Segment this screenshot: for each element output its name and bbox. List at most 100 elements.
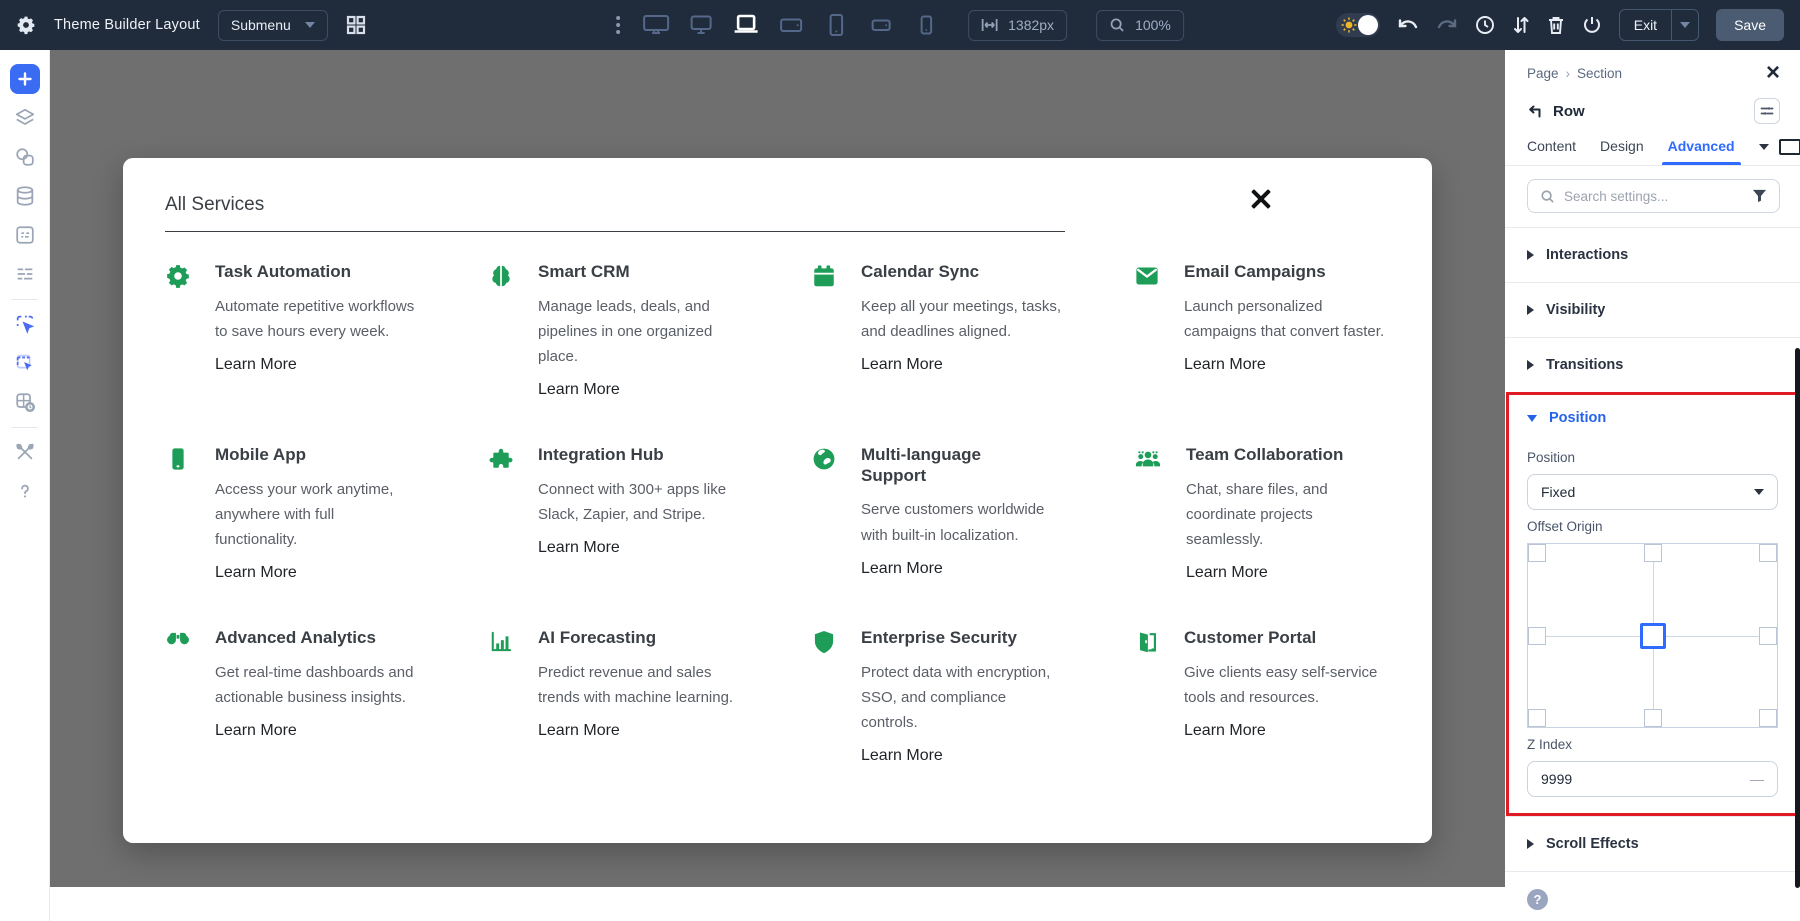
width-resize-icon bbox=[981, 18, 998, 32]
click-select-filled-icon[interactable] bbox=[10, 348, 40, 378]
tab-content[interactable]: Content bbox=[1527, 138, 1576, 165]
learn-more-link[interactable]: Learn More bbox=[215, 356, 297, 374]
save-button[interactable]: Save bbox=[1716, 9, 1784, 41]
service-description: Connect with 300+ apps like Slack, Zapie… bbox=[538, 477, 726, 527]
breadcrumb-section[interactable]: Section bbox=[1577, 66, 1622, 81]
back-arrow-icon[interactable] bbox=[1527, 104, 1543, 118]
tools-icon[interactable] bbox=[10, 437, 40, 467]
users-icon bbox=[1134, 446, 1162, 472]
section-visibility[interactable]: Visibility bbox=[1505, 282, 1800, 337]
tab-advanced[interactable]: Advanced bbox=[1668, 138, 1735, 165]
service-title: Task Automation bbox=[215, 262, 400, 283]
panel-help-icon[interactable]: ? bbox=[1527, 889, 1548, 910]
submenu-dropdown[interactable]: Submenu bbox=[218, 10, 328, 41]
device-phone-portrait-icon[interactable] bbox=[911, 10, 941, 40]
learn-more-link[interactable]: Learn More bbox=[861, 747, 943, 765]
learn-more-link[interactable]: Learn More bbox=[1184, 722, 1266, 740]
breadcrumb-page[interactable]: Page bbox=[1527, 66, 1559, 81]
panel-close-icon[interactable]: × bbox=[1766, 64, 1780, 82]
settings-search-input[interactable] bbox=[1564, 189, 1743, 204]
device-desktop-large-icon[interactable] bbox=[641, 10, 671, 40]
exit-dropdown-chevron[interactable] bbox=[1671, 10, 1698, 40]
origin-anchor-center-selected[interactable] bbox=[1640, 623, 1666, 649]
help-icon[interactable] bbox=[10, 476, 40, 506]
section-transitions[interactable]: Transitions bbox=[1505, 337, 1800, 392]
service-card: Integration Hub Connect with 300+ apps li… bbox=[488, 445, 811, 628]
layers-icon[interactable] bbox=[10, 103, 40, 133]
section-interactions[interactable]: Interactions bbox=[1505, 227, 1800, 282]
device-tablet-landscape-icon[interactable] bbox=[776, 10, 806, 40]
tabs-dropdown-chevron-icon[interactable] bbox=[1759, 144, 1769, 150]
section-scroll-effects[interactable]: Scroll Effects bbox=[1505, 816, 1800, 871]
learn-more-link[interactable]: Learn More bbox=[861, 560, 943, 578]
learn-more-link[interactable]: Learn More bbox=[861, 356, 943, 374]
redo-icon[interactable] bbox=[1436, 16, 1458, 34]
origin-anchor-top-left[interactable] bbox=[1528, 544, 1546, 562]
position-section-header[interactable]: Position bbox=[1527, 395, 1778, 441]
origin-anchor-bottom-right[interactable] bbox=[1759, 709, 1777, 727]
saved-rows-icon[interactable] bbox=[10, 259, 40, 289]
editor-canvas[interactable]: All Services Task AutomationAutomate rep… bbox=[50, 50, 1505, 887]
design-shapes-icon[interactable] bbox=[10, 142, 40, 172]
add-module-button[interactable] bbox=[10, 64, 40, 94]
service-description: Chat, share files, and coordinate projec… bbox=[1186, 477, 1343, 553]
service-description: Keep all your meetings, tasks, and deadl… bbox=[861, 294, 1061, 344]
service-card: Calendar SyncKeep all your meetings, tas… bbox=[811, 262, 1134, 445]
top-toolbar: Theme Builder Layout Submenu bbox=[0, 0, 1800, 50]
origin-anchor-top-center[interactable] bbox=[1644, 544, 1662, 562]
saved-modules-icon[interactable] bbox=[10, 220, 40, 250]
apps-grid-icon[interactable] bbox=[346, 15, 366, 35]
z-index-unit: — bbox=[1750, 771, 1764, 787]
origin-anchor-bottom-left[interactable] bbox=[1528, 709, 1546, 727]
left-toolbar bbox=[0, 50, 50, 921]
exit-button[interactable]: Exit bbox=[1619, 9, 1699, 41]
learn-more-link[interactable]: Learn More bbox=[1184, 356, 1266, 374]
power-icon[interactable] bbox=[1582, 15, 1602, 35]
panel-scrollbar[interactable] bbox=[1795, 348, 1800, 888]
service-card: Enterprise SecurityProtect data with enc… bbox=[811, 628, 1134, 811]
layout-history-icon[interactable] bbox=[10, 387, 40, 417]
more-options-kebab-icon[interactable] bbox=[616, 16, 620, 34]
filter-funnel-icon[interactable] bbox=[1752, 189, 1767, 203]
device-desktop-icon[interactable] bbox=[686, 10, 716, 40]
service-title: Team Collaboration bbox=[1186, 445, 1343, 466]
device-laptop-icon-active[interactable] bbox=[731, 10, 761, 40]
learn-more-link[interactable]: Learn More bbox=[538, 381, 620, 399]
canvas-width-input[interactable]: 1382px bbox=[968, 10, 1067, 41]
service-card: Mobile AppAccess your work anytime, anyw… bbox=[165, 445, 488, 628]
history-clock-icon[interactable] bbox=[1475, 15, 1495, 35]
trash-icon[interactable] bbox=[1547, 15, 1565, 35]
origin-anchor-middle-right[interactable] bbox=[1759, 627, 1777, 645]
section-label: Transitions bbox=[1546, 357, 1623, 373]
learn-more-link[interactable]: Learn More bbox=[538, 539, 620, 557]
panel-options-icon[interactable] bbox=[1754, 98, 1780, 124]
canvas-zoom-input[interactable]: 100% bbox=[1096, 10, 1184, 41]
z-index-input[interactable] bbox=[1541, 771, 1750, 787]
device-tablet-portrait-icon[interactable] bbox=[821, 10, 851, 40]
origin-anchor-top-right[interactable] bbox=[1759, 544, 1777, 562]
undo-icon[interactable] bbox=[1397, 16, 1419, 34]
click-select-outline-icon[interactable] bbox=[10, 309, 40, 339]
origin-anchor-bottom-center[interactable] bbox=[1644, 709, 1662, 727]
learn-more-link[interactable]: Learn More bbox=[1186, 564, 1268, 582]
modal-title: All Services bbox=[165, 194, 1390, 216]
builder-settings-gear-icon[interactable] bbox=[16, 15, 36, 35]
origin-anchor-middle-left[interactable] bbox=[1528, 627, 1546, 645]
device-phone-landscape-icon[interactable] bbox=[866, 10, 896, 40]
tab-design[interactable]: Design bbox=[1600, 138, 1644, 165]
sidebar-divider bbox=[12, 427, 38, 428]
plus-icon bbox=[17, 71, 33, 87]
modal-close-x-icon[interactable] bbox=[1248, 186, 1274, 212]
sort-arrows-icon[interactable] bbox=[1512, 15, 1530, 35]
modal-title-underline bbox=[165, 231, 1065, 232]
responsive-preview-icon[interactable] bbox=[1779, 139, 1800, 155]
position-select[interactable]: Fixed bbox=[1527, 474, 1778, 510]
learn-more-link[interactable]: Learn More bbox=[215, 722, 297, 740]
service-title: Integration Hub bbox=[538, 445, 723, 466]
service-title: Advanced Analytics bbox=[215, 628, 400, 649]
database-icon[interactable] bbox=[10, 181, 40, 211]
light-dark-mode-toggle[interactable] bbox=[1336, 13, 1380, 37]
learn-more-link[interactable]: Learn More bbox=[215, 564, 297, 582]
learn-more-link[interactable]: Learn More bbox=[538, 722, 620, 740]
z-index-label: Z Index bbox=[1527, 737, 1778, 752]
